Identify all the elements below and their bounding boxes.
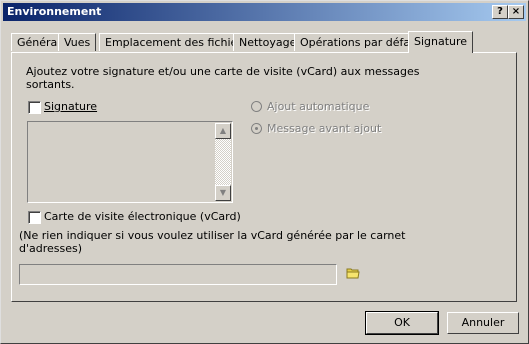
tab-vues[interactable]: Vues <box>58 33 97 51</box>
folder-icon[interactable] <box>346 267 360 279</box>
vcard-checkbox[interactable] <box>28 211 41 224</box>
vcard-note-line2: d'adresses) <box>19 242 83 255</box>
scroll-down-icon[interactable]: ▼ <box>215 185 231 201</box>
radio-message-before-add[interactable] <box>251 123 262 134</box>
scroll-up-icon[interactable]: ▲ <box>215 123 231 139</box>
tab-emplacement[interactable]: Emplacement des fichiers <box>99 33 254 51</box>
signature-panel: Ajoutez votre signature et/ou une carte … <box>11 52 517 302</box>
tab-nettoyage[interactable]: Nettoyage <box>233 33 303 51</box>
close-icon[interactable]: × <box>508 5 524 19</box>
window-title: Environnement <box>7 5 102 18</box>
cancel-button[interactable]: Annuler <box>447 312 519 334</box>
vcard-path-input[interactable] <box>19 264 337 285</box>
radio-message-before-add-label: Message avant ajout <box>267 122 382 135</box>
dialog-window: Environnement ? × Général Vues Emplaceme… <box>0 0 529 344</box>
help-icon[interactable]: ? <box>492 5 508 19</box>
title-bar: Environnement ? × <box>3 3 526 21</box>
signature-scrollbar[interactable]: ▲ ▼ <box>215 123 231 201</box>
signature-textarea[interactable]: ▲ ▼ <box>27 121 233 203</box>
tab-signature[interactable]: Signature <box>408 31 474 53</box>
vcard-label: Carte de visite électronique (vCard) <box>44 210 241 223</box>
radio-auto-add-label: Ajout automatique <box>267 100 370 113</box>
intro-text-line1: Ajoutez votre signature et/ou une carte … <box>26 65 420 78</box>
radio-auto-add[interactable] <box>251 101 262 112</box>
intro-text-line2: sortants. <box>26 78 75 91</box>
signature-label: Signature <box>44 100 98 113</box>
ok-button[interactable]: OK <box>365 311 439 335</box>
signature-checkbox[interactable] <box>28 101 41 114</box>
vcard-note-line1: (Ne rien indiquer si vous voulez utilise… <box>19 229 406 242</box>
